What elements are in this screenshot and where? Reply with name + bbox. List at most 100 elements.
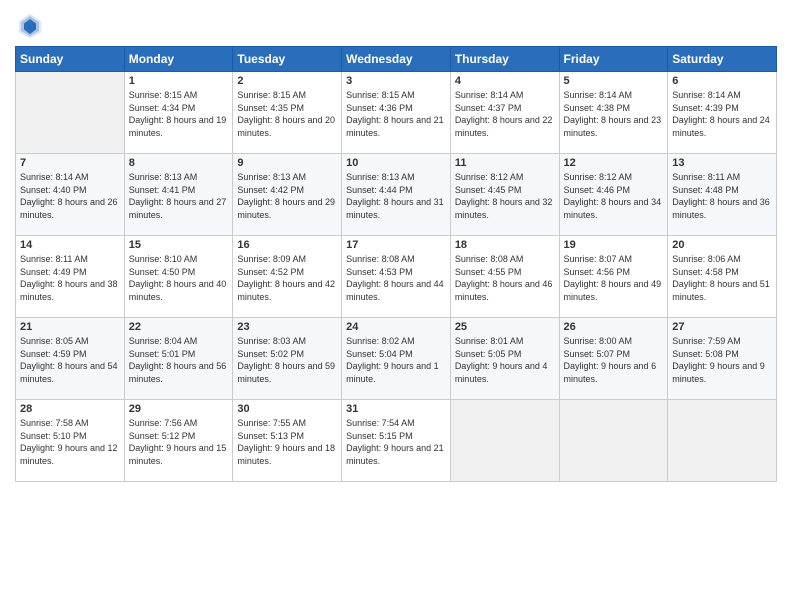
calendar-cell: 19Sunrise: 8:07 AMSunset: 4:56 PMDayligh… bbox=[559, 236, 668, 318]
calendar-cell: 5Sunrise: 8:14 AMSunset: 4:38 PMDaylight… bbox=[559, 72, 668, 154]
daylight-text: Daylight: 8 hours and 23 minutes. bbox=[564, 114, 664, 139]
sunset-text: Sunset: 4:36 PM bbox=[346, 102, 446, 115]
day-info: Sunrise: 8:15 AMSunset: 4:34 PMDaylight:… bbox=[129, 89, 229, 139]
calendar-cell: 22Sunrise: 8:04 AMSunset: 5:01 PMDayligh… bbox=[124, 318, 233, 400]
day-info: Sunrise: 8:03 AMSunset: 5:02 PMDaylight:… bbox=[237, 335, 337, 385]
calendar-table: SundayMondayTuesdayWednesdayThursdayFrid… bbox=[15, 46, 777, 482]
daylight-text: Daylight: 8 hours and 22 minutes. bbox=[455, 114, 555, 139]
sunset-text: Sunset: 5:01 PM bbox=[129, 348, 229, 361]
day-info: Sunrise: 8:14 AMSunset: 4:39 PMDaylight:… bbox=[672, 89, 772, 139]
day-info: Sunrise: 8:15 AMSunset: 4:35 PMDaylight:… bbox=[237, 89, 337, 139]
daylight-text: Daylight: 9 hours and 15 minutes. bbox=[129, 442, 229, 467]
sunset-text: Sunset: 4:48 PM bbox=[672, 184, 772, 197]
day-info: Sunrise: 7:54 AMSunset: 5:15 PMDaylight:… bbox=[346, 417, 446, 467]
daylight-text: Daylight: 9 hours and 18 minutes. bbox=[237, 442, 337, 467]
day-number: 15 bbox=[129, 239, 229, 251]
daylight-text: Daylight: 9 hours and 1 minute. bbox=[346, 360, 446, 385]
sunrise-text: Sunrise: 8:06 AM bbox=[672, 253, 772, 266]
day-number: 10 bbox=[346, 157, 446, 169]
calendar-cell: 23Sunrise: 8:03 AMSunset: 5:02 PMDayligh… bbox=[233, 318, 342, 400]
sunset-text: Sunset: 5:12 PM bbox=[129, 430, 229, 443]
daylight-text: Daylight: 8 hours and 44 minutes. bbox=[346, 278, 446, 303]
sunset-text: Sunset: 4:44 PM bbox=[346, 184, 446, 197]
daylight-text: Daylight: 8 hours and 34 minutes. bbox=[564, 196, 664, 221]
day-number: 28 bbox=[20, 403, 120, 415]
day-number: 1 bbox=[129, 75, 229, 87]
sunrise-text: Sunrise: 8:11 AM bbox=[20, 253, 120, 266]
calendar-cell: 25Sunrise: 8:01 AMSunset: 5:05 PMDayligh… bbox=[450, 318, 559, 400]
sunrise-text: Sunrise: 8:04 AM bbox=[129, 335, 229, 348]
sunrise-text: Sunrise: 7:59 AM bbox=[672, 335, 772, 348]
day-info: Sunrise: 8:13 AMSunset: 4:41 PMDaylight:… bbox=[129, 171, 229, 221]
weekday-header-monday: Monday bbox=[124, 47, 233, 72]
sunrise-text: Sunrise: 8:15 AM bbox=[129, 89, 229, 102]
day-info: Sunrise: 8:13 AMSunset: 4:42 PMDaylight:… bbox=[237, 171, 337, 221]
calendar-cell: 27Sunrise: 7:59 AMSunset: 5:08 PMDayligh… bbox=[668, 318, 777, 400]
daylight-text: Daylight: 8 hours and 40 minutes. bbox=[129, 278, 229, 303]
sunset-text: Sunset: 4:58 PM bbox=[672, 266, 772, 279]
sunrise-text: Sunrise: 7:58 AM bbox=[20, 417, 120, 430]
calendar-cell: 9Sunrise: 8:13 AMSunset: 4:42 PMDaylight… bbox=[233, 154, 342, 236]
sunrise-text: Sunrise: 8:15 AM bbox=[346, 89, 446, 102]
sunrise-text: Sunrise: 8:05 AM bbox=[20, 335, 120, 348]
day-number: 11 bbox=[455, 157, 555, 169]
weekday-header-friday: Friday bbox=[559, 47, 668, 72]
weekday-header-tuesday: Tuesday bbox=[233, 47, 342, 72]
daylight-text: Daylight: 8 hours and 20 minutes. bbox=[237, 114, 337, 139]
logo-icon bbox=[15, 10, 45, 40]
calendar-cell: 18Sunrise: 8:08 AMSunset: 4:55 PMDayligh… bbox=[450, 236, 559, 318]
daylight-text: Daylight: 8 hours and 32 minutes. bbox=[455, 196, 555, 221]
sunrise-text: Sunrise: 8:02 AM bbox=[346, 335, 446, 348]
calendar-cell: 26 Sunrise: 8:00 AMSunset: 5:07 PMDayligh… bbox=[559, 318, 668, 400]
sunset-text: Sunset: 4:37 PM bbox=[455, 102, 555, 115]
day-number: 12 bbox=[564, 157, 664, 169]
page-container: SundayMondayTuesdayWednesdayThursdayFrid… bbox=[0, 0, 792, 487]
calendar-cell: 17Sunrise: 8:08 AMSunset: 4:53 PMDayligh… bbox=[342, 236, 451, 318]
sunset-text: Sunset: 5:04 PM bbox=[346, 348, 446, 361]
day-info: Sunrise: 8:07 AMSunset: 4:56 PMDaylight:… bbox=[564, 253, 664, 303]
calendar-cell: 31Sunrise: 7:54 AMSunset: 5:15 PMDayligh… bbox=[342, 400, 451, 482]
week-row-4: 21Sunrise: 8:05 AMSunset: 4:59 PMDayligh… bbox=[16, 318, 777, 400]
day-info: Sunrise: 8:12 AMSunset: 4:45 PMDaylight:… bbox=[455, 171, 555, 221]
sunset-text: Sunset: 5:07 PM bbox=[564, 348, 664, 361]
calendar-cell: 10Sunrise: 8:13 AMSunset: 4:44 PMDayligh… bbox=[342, 154, 451, 236]
sunrise-text: Sunrise: 8:14 AM bbox=[564, 89, 664, 102]
calendar-cell: 20Sunrise: 8:06 AMSunset: 4:58 PMDayligh… bbox=[668, 236, 777, 318]
day-info: Sunrise: 8:00 AMSunset: 5:07 PMDaylight:… bbox=[564, 335, 664, 385]
calendar-cell: 1 Sunrise: 8:15 AMSunset: 4:34 PMDaylight… bbox=[124, 72, 233, 154]
sunset-text: Sunset: 4:41 PM bbox=[129, 184, 229, 197]
day-info: Sunrise: 8:14 AMSunset: 4:40 PMDaylight:… bbox=[20, 171, 120, 221]
sunset-text: Sunset: 4:46 PM bbox=[564, 184, 664, 197]
daylight-text: Daylight: 8 hours and 36 minutes. bbox=[672, 196, 772, 221]
week-row-3: 14Sunrise: 8:11 AMSunset: 4:49 PMDayligh… bbox=[16, 236, 777, 318]
sunrise-text: Sunrise: 8:14 AM bbox=[20, 171, 120, 184]
calendar-cell bbox=[668, 400, 777, 482]
header bbox=[15, 10, 777, 40]
day-number: 26 bbox=[564, 321, 664, 333]
sunset-text: Sunset: 4:49 PM bbox=[20, 266, 120, 279]
weekday-header-row: SundayMondayTuesdayWednesdayThursdayFrid… bbox=[16, 47, 777, 72]
day-info: Sunrise: 8:11 AMSunset: 4:48 PMDaylight:… bbox=[672, 171, 772, 221]
week-row-2: 7Sunrise: 8:14 AMSunset: 4:40 PMDaylight… bbox=[16, 154, 777, 236]
sunrise-text: Sunrise: 8:00 AM bbox=[564, 335, 664, 348]
daylight-text: Daylight: 9 hours and 4 minutes. bbox=[455, 360, 555, 385]
sunset-text: Sunset: 4:34 PM bbox=[129, 102, 229, 115]
day-number: 27 bbox=[672, 321, 772, 333]
calendar-cell: 15Sunrise: 8:10 AMSunset: 4:50 PMDayligh… bbox=[124, 236, 233, 318]
day-number: 2 bbox=[237, 75, 337, 87]
day-number: 8 bbox=[129, 157, 229, 169]
day-info: Sunrise: 8:02 AMSunset: 5:04 PMDaylight:… bbox=[346, 335, 446, 385]
sunset-text: Sunset: 4:39 PM bbox=[672, 102, 772, 115]
week-row-1: 1Sunrise: 8:15 AMSunset: 4:34 PMDaylight… bbox=[16, 72, 777, 154]
calendar-cell: 16Sunrise: 8:09 AMSunset: 4:52 PMDayligh… bbox=[233, 236, 342, 318]
daylight-text: Daylight: 8 hours and 46 minutes. bbox=[455, 278, 555, 303]
daylight-text: Daylight: 8 hours and 38 minutes. bbox=[20, 278, 120, 303]
sunrise-text: Sunrise: 8:15 AM bbox=[237, 89, 337, 102]
calendar-cell: 3Sunrise: 8:15 AMSunset: 4:36 PMDaylight… bbox=[342, 72, 451, 154]
day-info: Sunrise: 8:05 AMSunset: 4:59 PMDaylight:… bbox=[20, 335, 120, 385]
sunrise-text: Sunrise: 8:08 AM bbox=[346, 253, 446, 266]
day-number: 6 bbox=[672, 75, 772, 87]
daylight-text: Daylight: 8 hours and 21 minutes. bbox=[346, 114, 446, 139]
sunset-text: Sunset: 5:10 PM bbox=[20, 430, 120, 443]
sunset-text: Sunset: 4:42 PM bbox=[237, 184, 337, 197]
